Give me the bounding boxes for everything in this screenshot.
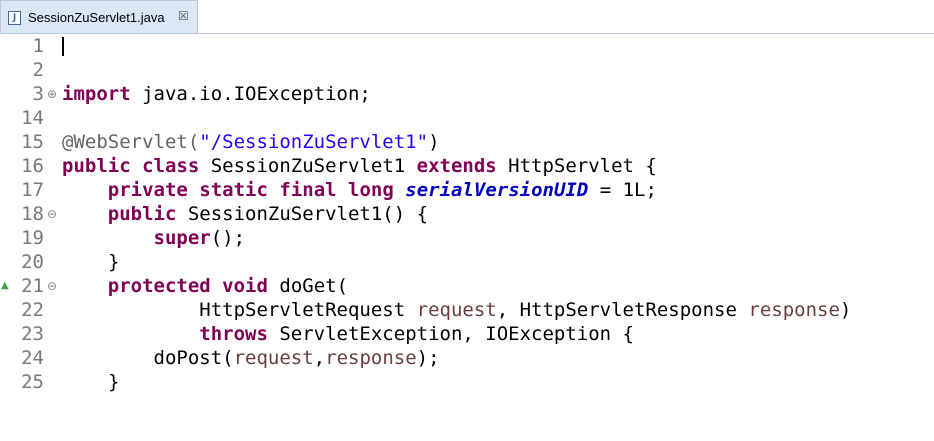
code-segment: ) bbox=[428, 131, 440, 153]
code-text: private static final long serialVersionU… bbox=[62, 178, 657, 202]
keyword: final bbox=[279, 179, 337, 201]
code-text: public SessionZuServlet1() { bbox=[62, 202, 428, 226]
code-segment: SessionZuServlet1() { bbox=[176, 203, 429, 225]
code-text: super(); bbox=[62, 226, 246, 250]
keyword: protected bbox=[107, 275, 211, 297]
fold-expand-icon[interactable]: ⊕ bbox=[44, 82, 60, 106]
code-segment: , bbox=[313, 347, 326, 369]
code-segment: SessionZuServlet1 bbox=[199, 155, 417, 177]
string-literal: "/SessionZuServlet1" bbox=[199, 131, 429, 153]
code-line: 16 public class SessionZuServlet1 extend… bbox=[0, 154, 934, 178]
line-number: 2 bbox=[32, 59, 44, 81]
tab-title: SessionZuServlet1.java bbox=[28, 10, 165, 25]
code-line: 23 throws ServletException, IOException … bbox=[0, 322, 934, 346]
keyword: public bbox=[62, 155, 131, 177]
code-segment: ) bbox=[839, 299, 852, 321]
code-segment: doPost( bbox=[153, 347, 234, 369]
code-line: 20 } bbox=[0, 250, 934, 274]
code-segment: java.io.IOException; bbox=[130, 83, 371, 105]
keyword: import bbox=[62, 83, 131, 105]
code-text: HttpServletRequest request, HttpServletR… bbox=[62, 298, 851, 322]
code-text: @WebServlet("/SessionZuServlet1") bbox=[62, 130, 440, 154]
line-number: 15 bbox=[21, 131, 44, 153]
annotation: @WebServlet( bbox=[62, 131, 200, 153]
code-editor[interactable]: 1 2 3 ⊕ import java.io.IOException; 14 1… bbox=[0, 34, 934, 441]
code-text: } bbox=[108, 251, 120, 273]
code-segment: (); bbox=[210, 227, 246, 249]
editor-tab-bar: J SessionZuServlet1.java ☒ bbox=[0, 0, 934, 34]
code-line: 24 doPost(request,response); bbox=[0, 346, 934, 370]
line-number: 25 bbox=[21, 371, 44, 393]
keyword: long bbox=[348, 179, 394, 201]
parameter: response bbox=[748, 299, 840, 321]
code-segment: = 1L; bbox=[588, 179, 657, 201]
line-number: 19 bbox=[21, 227, 44, 249]
code-text: } bbox=[108, 371, 120, 393]
code-line: 25 } bbox=[0, 370, 934, 394]
fold-collapse-icon[interactable]: ⊖ bbox=[44, 274, 60, 298]
line-number: 18 bbox=[21, 203, 44, 225]
static-field: serialVersionUID bbox=[405, 179, 589, 201]
keyword: public bbox=[107, 203, 177, 225]
code-text: public class SessionZuServlet1 extends H… bbox=[62, 154, 657, 178]
code-line: ▲ 21 ⊖ protected void doGet( bbox=[0, 274, 934, 298]
code-segment: ); bbox=[416, 347, 440, 369]
code-segment: , HttpServletResponse bbox=[496, 299, 749, 321]
editor-tab[interactable]: J SessionZuServlet1.java ☒ bbox=[0, 0, 198, 34]
code-line: 15 @WebServlet("/SessionZuServlet1") bbox=[0, 130, 934, 154]
line-number: 20 bbox=[21, 251, 44, 273]
code-text: import java.io.IOException; bbox=[62, 82, 371, 106]
close-icon[interactable]: ☒ bbox=[178, 9, 189, 23]
code-line: 1 bbox=[0, 34, 934, 58]
line-number: 14 bbox=[21, 107, 44, 129]
code-line: 18 ⊖ public SessionZuServlet1() { bbox=[0, 202, 934, 226]
code-segment: HttpServletRequest bbox=[199, 299, 417, 321]
code-line: 14 bbox=[0, 106, 934, 130]
parameter: response bbox=[325, 347, 417, 369]
text-caret bbox=[62, 37, 64, 56]
line-number: 16 bbox=[21, 155, 44, 177]
fold-collapse-icon[interactable]: ⊖ bbox=[44, 202, 60, 226]
code-line: 19 super(); bbox=[0, 226, 934, 250]
line-number: 21 bbox=[21, 275, 44, 297]
code-line: 3 ⊕ import java.io.IOException; bbox=[0, 82, 934, 106]
keyword: throws bbox=[199, 323, 268, 345]
keyword: static bbox=[199, 179, 268, 201]
parameter: request bbox=[416, 299, 497, 321]
code-text: throws ServletException, IOException { bbox=[62, 322, 634, 346]
line-number: 22 bbox=[21, 299, 44, 321]
code-segment: doGet( bbox=[267, 275, 349, 297]
line-number: 24 bbox=[21, 347, 44, 369]
code-segment: HttpServlet { bbox=[496, 155, 657, 177]
line-number: 1 bbox=[32, 35, 44, 57]
line-number: 3 bbox=[32, 83, 44, 105]
code-text: protected void doGet( bbox=[62, 274, 348, 298]
keyword: extends bbox=[416, 155, 497, 177]
code-segment: ServletException, IOException { bbox=[267, 323, 634, 345]
keyword: super bbox=[153, 227, 211, 249]
java-file-icon: J bbox=[8, 11, 21, 25]
keyword: void bbox=[222, 275, 268, 297]
line-number: 17 bbox=[21, 179, 44, 201]
code-line: 2 bbox=[0, 58, 934, 82]
keyword: class bbox=[142, 155, 200, 177]
code-line: 17 private static final long serialVersi… bbox=[0, 178, 934, 202]
parameter: request bbox=[233, 347, 314, 369]
keyword: private bbox=[107, 179, 188, 201]
code-line: 22 HttpServletRequest request, HttpServl… bbox=[0, 298, 934, 322]
code-text: doPost(request,response); bbox=[62, 346, 440, 370]
line-number: 23 bbox=[21, 323, 44, 345]
